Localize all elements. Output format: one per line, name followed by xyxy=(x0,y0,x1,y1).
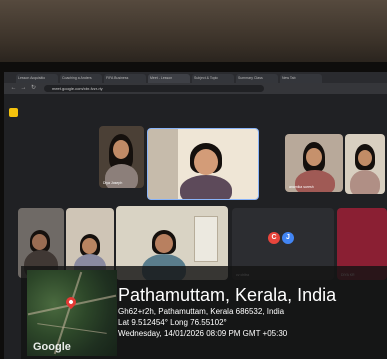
map-road xyxy=(37,323,107,334)
location-title: Pathamuttam, Kerala, India xyxy=(118,285,337,305)
url-input[interactable]: meet.google.com/xbr-fvzr-riy xyxy=(44,85,264,92)
back-icon[interactable]: ← xyxy=(10,85,17,92)
participant-face xyxy=(113,140,129,159)
participant-face xyxy=(306,148,322,166)
participant-tile[interactable]: anamika suresh xyxy=(285,134,343,192)
browser-tab[interactable]: Subject & Topic xyxy=(192,74,234,83)
participant-face xyxy=(32,234,47,250)
participant-name: anamika suresh xyxy=(289,185,314,189)
background-wall xyxy=(0,0,387,70)
location-coords: Lat 9.512454° Long 76.55102° xyxy=(118,318,227,327)
browser-tab[interactable]: Coaching a Anders xyxy=(60,74,102,83)
room-window xyxy=(194,216,218,262)
participant-face xyxy=(194,149,218,175)
browser-tab[interactable]: New Tab xyxy=(280,74,322,83)
map-brand: Google xyxy=(33,341,71,353)
meet-logo xyxy=(9,108,18,117)
participant-face xyxy=(155,234,173,253)
browser-tab-active[interactable]: Meet - Lesson xyxy=(148,74,190,83)
location-address: Gh62+r2h, Pathamuttam, Kerala 686532, In… xyxy=(118,307,285,316)
room-curtain xyxy=(148,129,178,199)
avatar: J xyxy=(282,232,294,244)
location-datetime: Wednesday, 14/01/2026 08:09 PM GMT +05:3… xyxy=(118,329,288,338)
participant-face xyxy=(358,150,372,166)
avatar: C xyxy=(268,232,280,244)
forward-icon[interactable]: → xyxy=(20,85,27,92)
participant-body xyxy=(180,175,232,199)
participant-tile-active-speaker[interactable] xyxy=(147,128,259,200)
participant-name: Diya Joseph xyxy=(103,181,123,185)
participant-tile[interactable] xyxy=(345,134,385,194)
participant-face xyxy=(82,238,97,254)
participant-body xyxy=(350,170,380,194)
participant-tile[interactable]: Diya Joseph xyxy=(99,126,144,188)
browser-tab[interactable]: FIFA Business xyxy=(104,74,146,83)
address-bar: ← → ↻ meet.google.com/xbr-fvzr-riy xyxy=(4,83,387,94)
tab-bar: Lesson Acquisitio Coaching a Anders FIFA… xyxy=(4,72,387,83)
browser-tab[interactable]: Summary Class xyxy=(236,74,278,83)
browser-tab[interactable]: Lesson Acquisitio xyxy=(16,74,58,83)
location-map: Google xyxy=(27,270,117,356)
reload-icon[interactable]: ↻ xyxy=(30,85,37,92)
